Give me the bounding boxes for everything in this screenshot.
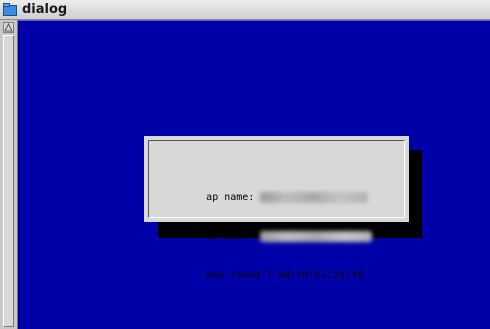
ap-mac-label: ap mac: ( bbox=[206, 231, 261, 242]
key-found-line: key found ! AB:CD:E1:23:45 bbox=[158, 256, 372, 281]
key-found-text: key found ! AB:CD:E1:23:45 bbox=[206, 270, 363, 281]
ap-mac-line: ap mac: ( bbox=[158, 217, 373, 242]
vertical-scrollbar[interactable] bbox=[0, 20, 18, 329]
redacted-ap-mac bbox=[260, 230, 373, 242]
title-bar[interactable]: dialog bbox=[0, 0, 490, 20]
ap-name-line: ap name: bbox=[158, 178, 372, 203]
ap-name-label: ap name: bbox=[206, 192, 261, 203]
scrollbar-thumb[interactable] bbox=[3, 35, 14, 327]
scroll-up-arrow-icon[interactable] bbox=[3, 22, 14, 33]
redacted-ap-name bbox=[260, 191, 369, 203]
terminal-window: dialog ap name: ap mac: ( key found ! AB… bbox=[0, 0, 490, 329]
message-dialog: ap name: ap mac: ( key found ! AB:CD:E1:… bbox=[144, 136, 409, 281]
folder-icon bbox=[3, 3, 17, 16]
dialog-message: ap name: ap mac: ( key found ! AB:CD:E1:… bbox=[158, 152, 373, 295]
window-title: dialog bbox=[22, 2, 68, 17]
